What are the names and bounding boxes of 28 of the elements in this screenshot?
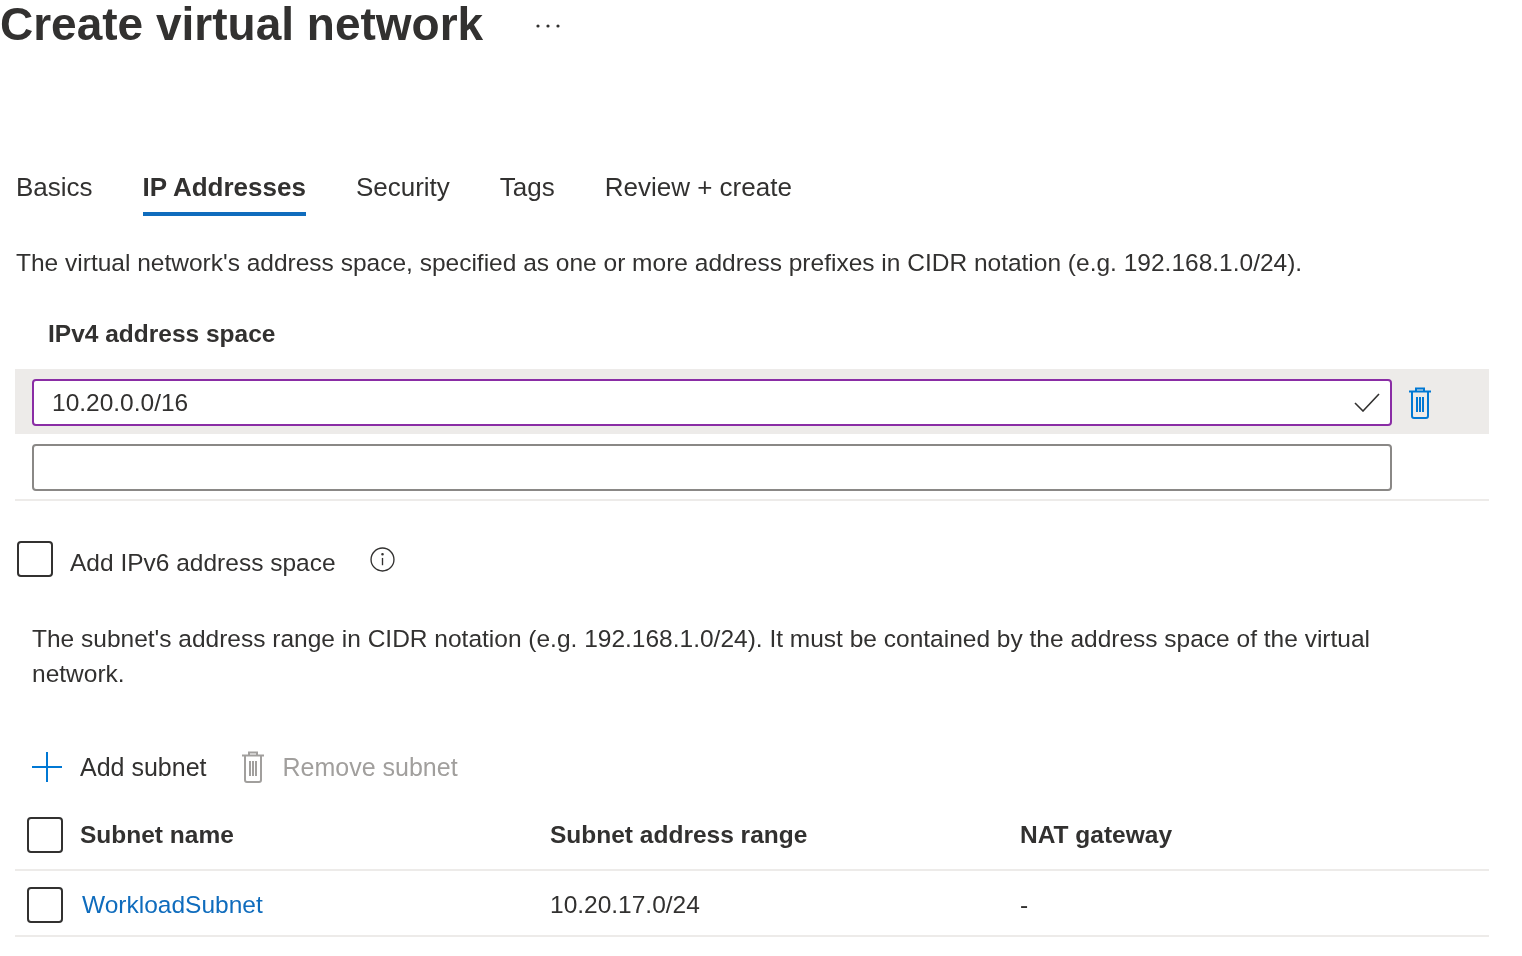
trash-icon (240, 751, 265, 783)
info-icon[interactable] (369, 546, 395, 572)
select-all-checkbox[interactable] (27, 817, 63, 853)
page-title: Create virtual network (0, 0, 484, 48)
input-field[interactable]: 10.20.0.0/16 (32, 379, 1392, 426)
tab[interactable]: Review + create (604, 170, 792, 216)
checkbox[interactable] (17, 541, 53, 577)
tab[interactable]: Basics (16, 170, 93, 216)
tab[interactable]: IP Addresses (142, 170, 306, 216)
table-cell-text: - (1020, 890, 1030, 920)
row-checkbox[interactable] (27, 887, 63, 923)
tab[interactable]: Tags (499, 170, 555, 216)
section-label: IPv4 address space (48, 319, 277, 349)
more-icon[interactable] (535, 23, 562, 29)
column-header: Subnet address range (550, 820, 809, 850)
add-subnet-button[interactable]: Add subnet (32, 747, 207, 787)
subnet-description: The subnet's address range in CIDR notation (e.g. 192.168.1.0/24). It must be contained by the address space of the virtual network. (32, 624, 1371, 689)
tab[interactable]: Security (355, 170, 450, 216)
input-field[interactable] (32, 444, 1392, 491)
delete-button[interactable] (1408, 386, 1432, 419)
address-space-description: The virtual network's address space, specified as one or more address prefixes in CIDR notation (e.g. 192.168.1.0/24). (16, 248, 1304, 278)
column-header: Subnet name (80, 820, 235, 850)
column-header: NAT gateway (1020, 820, 1174, 850)
subnet-name-link[interactable]: WorkloadSubnet (82, 891, 263, 918)
table-cell-text: 10.20.17.0/24 (550, 890, 701, 920)
plus-icon (32, 752, 62, 782)
checkbox-label: Add IPv6 address space (70, 548, 336, 578)
trash-icon (1408, 386, 1432, 419)
